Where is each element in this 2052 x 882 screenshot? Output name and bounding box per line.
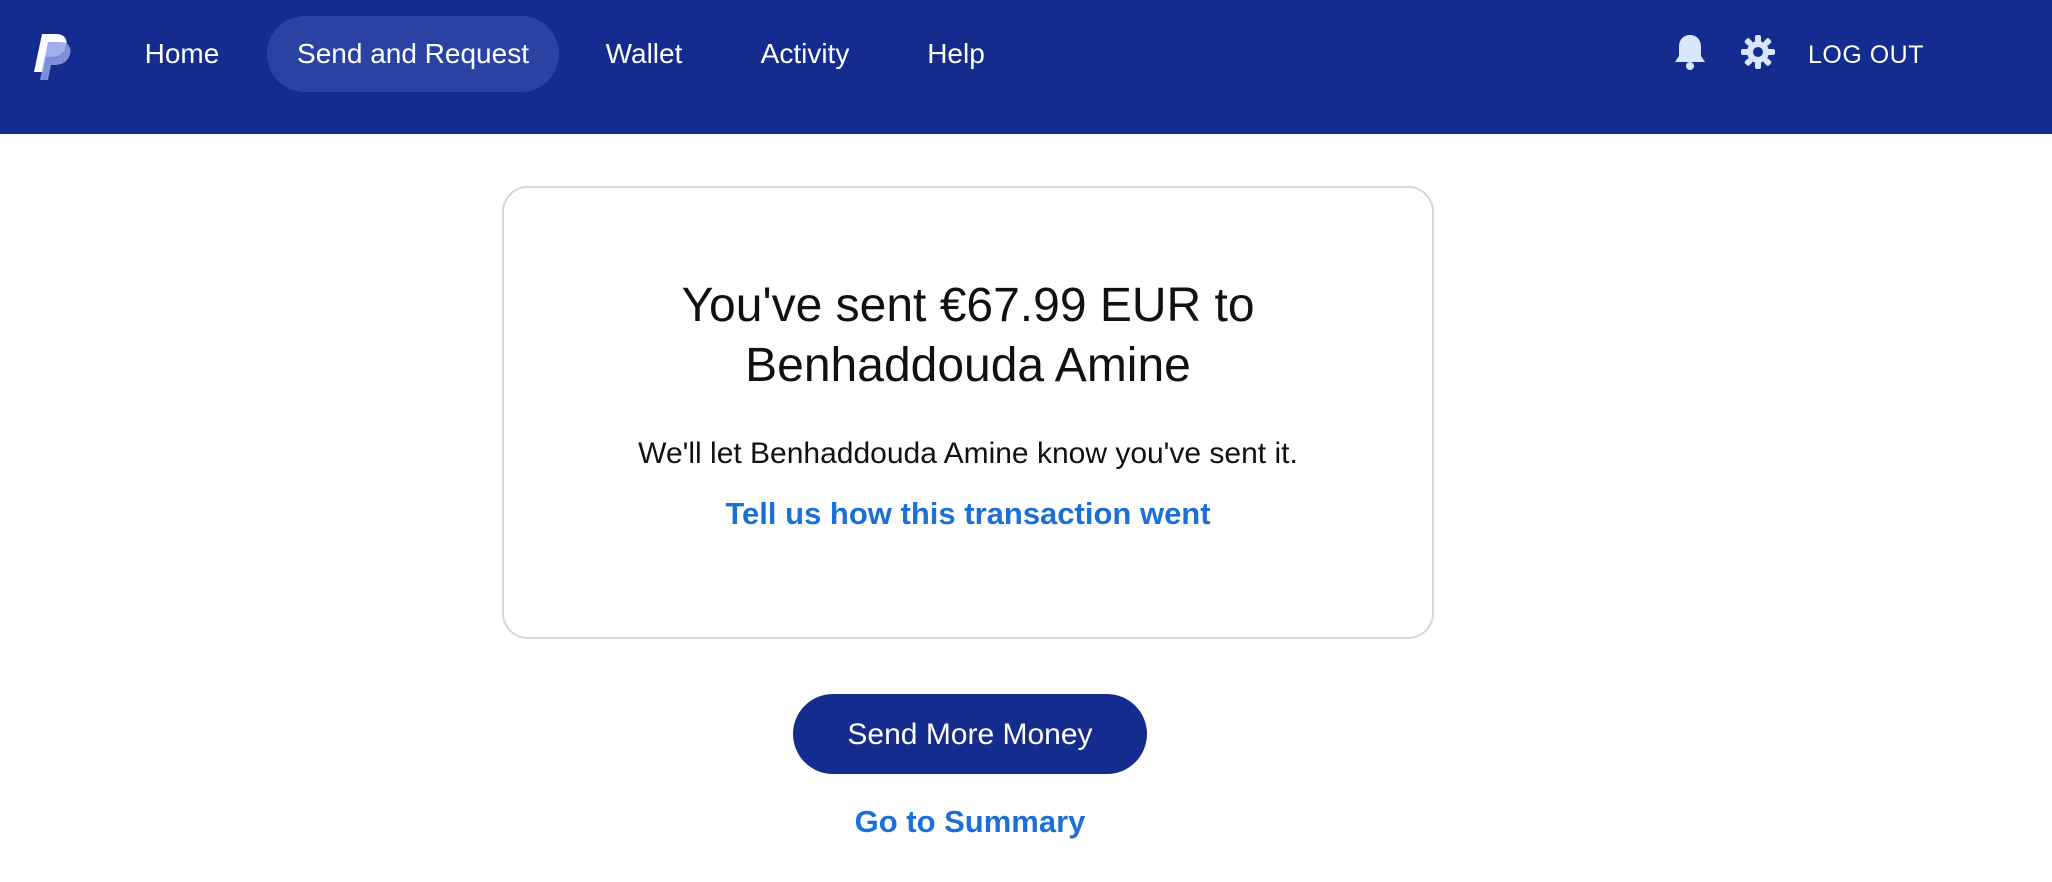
bell-icon[interactable] [1672,32,1708,72]
confirmation-title-line2: Benhaddouda Amine [745,339,1191,392]
nav-wallet[interactable]: Wallet [584,16,704,92]
feedback-link[interactable]: Tell us how this transaction went [504,494,1432,534]
nav-help[interactable]: Help [906,16,1006,92]
confirmation-message: We'll let Benhaddouda Amine know you've … [638,437,1298,470]
top-navigation-bar: Home Send and Request Wallet Activity He… [0,0,2052,134]
send-more-money-button[interactable]: Send More Money [793,694,1147,774]
nav-home[interactable]: Home [124,16,240,92]
nav-send-and-request[interactable]: Send and Request [267,16,559,92]
gear-icon[interactable] [1740,34,1776,70]
go-to-summary-link[interactable]: Go to Summary [793,802,1147,842]
confirmation-card: You've sent €67.99 EUR to Benhaddouda Am… [502,186,1434,639]
paypal-logo-icon[interactable] [30,30,76,82]
logout-button[interactable]: LOG OUT [1808,38,1924,72]
nav-activity[interactable]: Activity [740,16,870,92]
confirmation-title-line1: You've sent €67.99 EUR to [681,279,1255,332]
confirmation-title: You've sent €67.99 EUR to Benhaddouda Am… [504,276,1432,396]
